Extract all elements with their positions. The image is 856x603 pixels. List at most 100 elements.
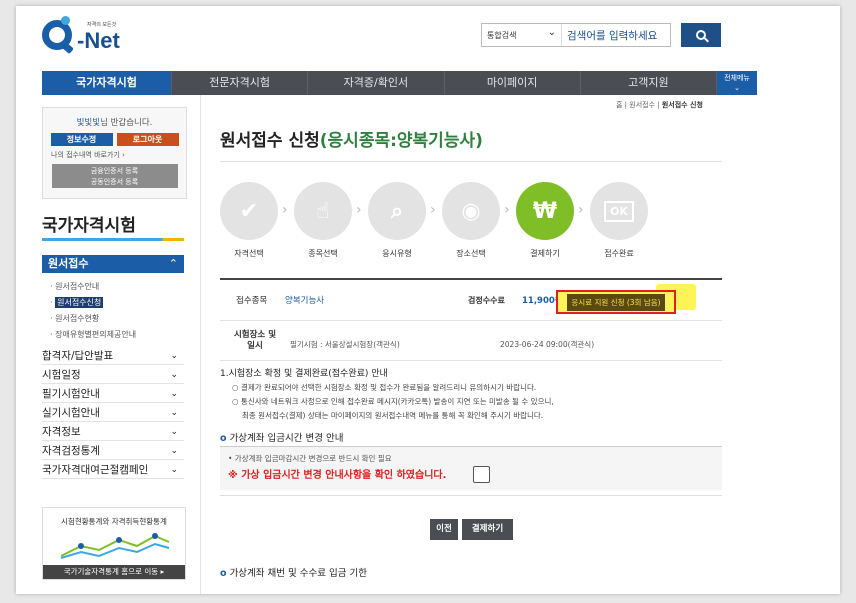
search-bar: 통합검색 검색어를 입력하세요 — [481, 23, 671, 47]
sidebar-sub-item-active[interactable]: · 원서접수신청 — [50, 297, 104, 308]
chevron-down-icon: ⌄ — [170, 408, 178, 418]
sidebar-item[interactable]: 실기시험안내 ⌄ — [42, 405, 184, 422]
chevron-right-icon: › — [578, 202, 584, 218]
chevron-up-icon: ⌃ — [168, 257, 178, 270]
logo-dot — [61, 16, 70, 25]
sidebar-item[interactable]: 필기시험안내 ⌄ — [42, 386, 184, 403]
sidebar-item[interactable]: 국가자격대여근절캠페인 ⌄ — [42, 462, 184, 479]
step-exam-type: ⌕ 응시유형 — [368, 182, 426, 259]
exam-item-highlight: (응시종목:양복기능사) — [319, 131, 483, 151]
sidebar-item[interactable]: 자격정보 ⌄ — [42, 424, 184, 441]
nav-item-support[interactable]: 고객지원 — [581, 71, 717, 95]
chevron-right-icon: › — [122, 151, 125, 159]
step-qualification: ✔ 자격선택 — [220, 182, 278, 259]
deadline-section-title: o 가상계좌 채번 및 수수료 입금 기한 — [220, 568, 368, 579]
search-input[interactable]: 검색어를 입력하세요 — [562, 28, 670, 43]
sidebar-title-underline — [42, 238, 184, 241]
logout-button[interactable]: 로그아웃 — [116, 133, 179, 146]
pay-button[interactable]: 결제하기 — [462, 519, 513, 540]
notice-section: 1.시험장소 확정 및 결제완료(접수완료) 안내 ○ 결제가 완료되어야 선택… — [220, 366, 722, 421]
stats-chart-icon — [60, 533, 170, 559]
step-payment: ₩ 결제하기 — [516, 182, 574, 259]
exam-item-value: 양복기능사 — [285, 296, 325, 306]
qnet-logo[interactable]: 자격의 모든것 -Net — [42, 16, 152, 60]
sidebar-item[interactable]: 시험일정 ⌄ — [42, 367, 184, 384]
page-title: 원서접수 신청(응시종목:양복기능사) — [220, 131, 483, 151]
breadcrumb-parent[interactable]: 원서접수 — [629, 101, 655, 109]
location-pin-icon: ◉ — [461, 198, 481, 224]
virtual-account-box: • 가상계좌 입금마감시간 변경으로 반드시 확인 필요 ※ 가상 입금시간 변… — [220, 446, 722, 490]
title-divider — [220, 161, 722, 162]
won-coin-icon: ₩ — [532, 198, 558, 224]
user-box: 빛빛빛님 반갑습니다. 정보수정 로그아웃 나의 접수내역 바로가기 › 금융인… — [42, 107, 187, 199]
chevron-down-icon: ⌄ — [170, 446, 178, 456]
chevron-right-icon: › — [282, 202, 288, 218]
notice-line: 최종 원서접수(결제) 상태는 마이페이지의 원서접수내역 메뉴를 통해 꼭 확… — [242, 411, 544, 420]
main-nav: 국가자격시험 전문자격시험 자격증/확인서 마이페이지 고객지원 전체메뉴 ⌄ — [42, 71, 757, 95]
stats-title: 시험현황통계와 자격취득현황통계 — [61, 517, 167, 526]
sidebar-title: 국가자격시험 — [42, 216, 136, 236]
virtual-account-confirm-checkbox[interactable] — [473, 466, 490, 483]
content-divider — [200, 95, 201, 594]
search-icon — [696, 30, 706, 40]
notice-heading: 1.시험장소 확정 및 결제완료(접수완료) 안내 — [220, 369, 388, 379]
row-divider — [220, 495, 722, 496]
hand-pointer-icon: ☝ — [316, 198, 330, 224]
chevron-right-icon: › — [504, 202, 510, 218]
certificate-register-button[interactable]: 금융인증서 등록 공동인증서 등록 — [51, 164, 178, 188]
chevron-down-icon: ⌄ — [170, 427, 178, 437]
fee-support-apply-button[interactable]: 응시료 지원 신청 (3회 남음) — [556, 290, 676, 314]
greeting-text: 님 반갑습니다. — [100, 118, 153, 128]
edit-info-button[interactable]: 정보수정 — [50, 133, 113, 146]
chevron-down-icon: ⌄ — [170, 351, 178, 361]
sidebar-sub-item[interactable]: · 원서접수현황 — [50, 313, 99, 324]
recent-application-link[interactable]: 나의 접수내역 바로가기 › — [43, 150, 186, 160]
sidebar-sub-item[interactable]: · 장애유형별편의제공안내 — [50, 329, 136, 340]
sidebar-section-application[interactable]: 원서접수 ⌃ — [42, 255, 184, 273]
logo-tagline: 자격의 모든것 — [87, 22, 117, 28]
bullet-icon: o — [220, 433, 227, 444]
info-table-top-border — [220, 278, 722, 280]
breadcrumb-current: 원서접수 신청 — [661, 101, 703, 109]
search-icon: ⌕ — [390, 198, 404, 224]
stats-link[interactable]: 국가기술자격통계 홈으로 이동 ▸ — [43, 565, 185, 579]
user-name: 빛빛빛 — [76, 118, 101, 128]
chevron-down-icon: ⌄ — [170, 465, 178, 475]
nav-item-professional-exam[interactable]: 전문자격시험 — [172, 71, 309, 95]
step-location: ◉ 장소선택 — [442, 182, 500, 259]
notice-line: ○ 통신사와 네트워크 사정으로 인해 접수완료 메시지(카카오톡) 발송이 지… — [232, 397, 554, 406]
all-menu-button[interactable]: 전체메뉴 ⌄ — [717, 71, 757, 95]
nav-item-national-exam[interactable]: 국가자격시험 — [42, 71, 172, 95]
browser-page: 자격의 모든것 -Net 통합검색 검색어를 입력하세요 국가자격시험 전문자격… — [16, 6, 840, 594]
stats-banner[interactable]: 시험현황통계와 자격취득현황통계 국가기술자격통계 홈으로 이동 ▸ — [42, 507, 186, 580]
date-value: 2023-06-24 09:00(객관식) — [500, 340, 595, 349]
row-divider — [220, 360, 722, 361]
notice-line: ○ 결제가 완료되어야 선택한 시험장소 확정 및 접수가 완료됨을 알려드리니… — [232, 383, 537, 392]
step-item: ☝ 종목선택 — [294, 182, 352, 259]
monitor-ok-icon: OK — [604, 200, 634, 222]
check-icon: ✔ — [239, 198, 259, 224]
logo-name: -Net — [77, 28, 120, 53]
virtual-account-hint: • 가상계좌 입금마감시간 변경으로 반드시 확인 필요 — [228, 454, 392, 463]
nav-item-certificates[interactable]: 자격증/확인서 — [308, 71, 445, 95]
chevron-down-icon: ⌄ — [170, 370, 178, 380]
search-button[interactable] — [681, 23, 721, 47]
chevron-down-icon: ⌄ — [734, 84, 740, 92]
row-divider — [220, 320, 722, 321]
bullet-icon: o — [220, 568, 227, 579]
virtual-account-confirm-text: ※ 가상 입금시간 변경 안내사항을 확인 하였습니다. — [228, 470, 447, 481]
sidebar-sub-item[interactable]: · 원서접수안내 — [50, 281, 99, 292]
search-scope-select[interactable]: 통합검색 — [482, 24, 562, 46]
sidebar-item[interactable]: 자격검정통계 ⌄ — [42, 443, 184, 460]
sidebar-item[interactable]: 합격자/답안발표 ⌄ — [42, 348, 184, 365]
info-row-place: 시험장소 및 일시 필기시험 : 서울상설시험장(객관식) 2023-06-24… — [233, 330, 595, 351]
step-complete: OK 접수완료 — [590, 182, 648, 259]
prev-button[interactable]: 이전 — [430, 519, 458, 540]
chevron-right-icon: › — [430, 202, 436, 218]
place-value: 필기시험 : 서울상설시험장(객관식) — [290, 340, 400, 349]
breadcrumb: 홈 | 원서접수 | 원서접수 신청 — [616, 101, 703, 109]
arrow-right-icon: ▸ — [160, 567, 165, 576]
breadcrumb-home[interactable]: 홈 — [616, 101, 622, 109]
nav-item-mypage[interactable]: 마이페이지 — [445, 71, 581, 95]
chevron-down-icon: ⌄ — [170, 389, 178, 399]
